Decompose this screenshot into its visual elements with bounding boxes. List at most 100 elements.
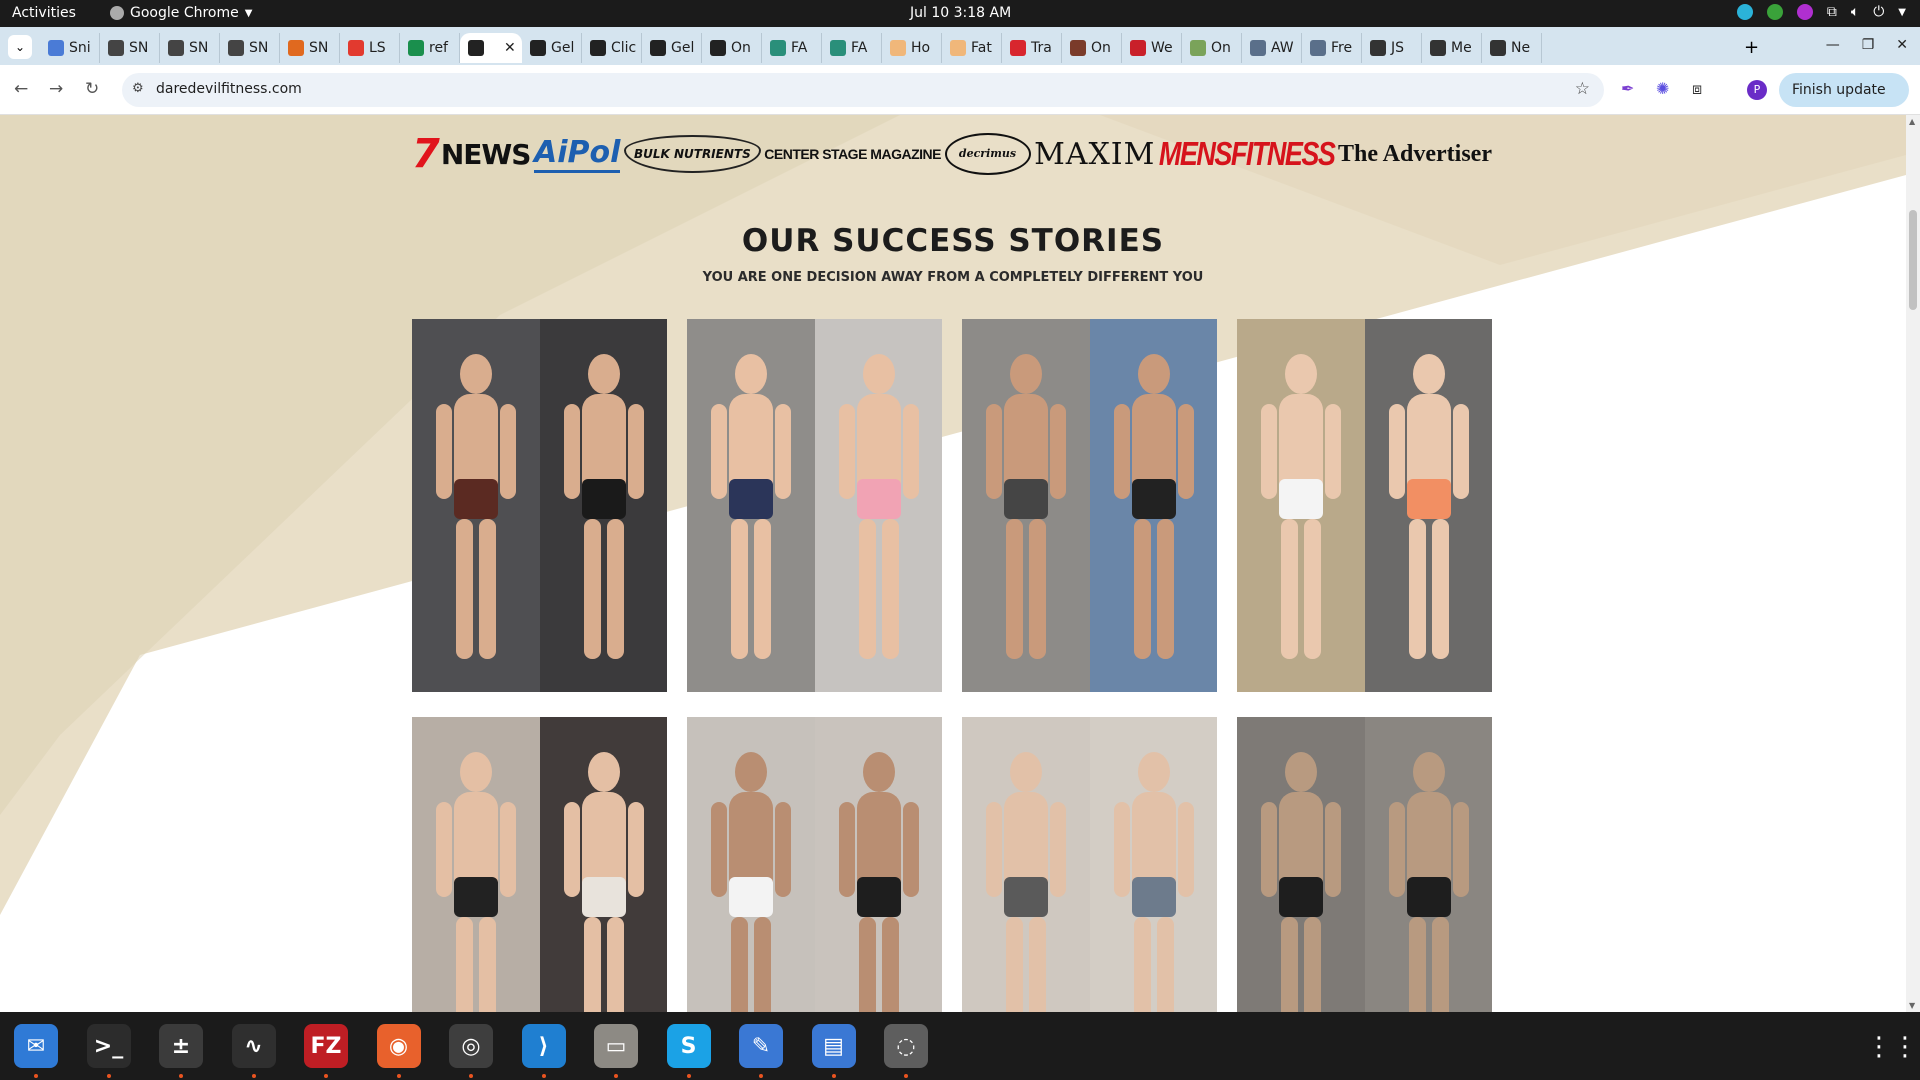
scroll-down-arrow[interactable]: ▼ [1909,1001,1915,1010]
tab[interactable]: Gel [522,33,582,63]
tab[interactable]: SN [160,33,220,63]
tray-app-icon[interactable] [1736,4,1753,20]
logo-center-stage: CENTER STAGE MAGAZINE [764,146,941,162]
tab[interactable]: Clic [582,33,642,63]
url-text[interactable]: daredevilfitness.com [156,81,302,97]
tab[interactable]: ref [400,33,460,63]
success-story-card[interactable] [687,319,942,692]
tab[interactable]: On [702,33,762,63]
system-tray[interactable]: ⧉ 🔈︎ ⏻ ▼ [1736,4,1906,20]
tab[interactable]: Ho [882,33,942,63]
tab[interactable]: On [1062,33,1122,63]
tab[interactable]: SN [280,33,340,63]
before-photo [687,319,815,692]
tab[interactable]: We [1122,33,1182,63]
calculator-icon[interactable]: ± [159,1024,203,1068]
clock[interactable]: Jul 10 3:18 AM [910,5,1011,21]
tab[interactable]: Ne [1482,33,1542,63]
close-window-button[interactable]: ✕ [1896,37,1908,53]
tab[interactable]: LS [340,33,400,63]
success-story-card[interactable] [1237,717,1492,1012]
tab-favicon-icon [48,40,64,56]
pen-extension-icon[interactable]: ✒ [1621,79,1634,98]
new-tab-button[interactable]: + [1744,37,1759,58]
extension-gear-icon[interactable]: ✺ [1656,79,1669,98]
before-photo [962,717,1090,1012]
tab-favicon-icon [228,40,244,56]
chevron-down-icon[interactable]: ▼ [1898,7,1906,18]
thunderbird-icon[interactable]: ✉ [14,1024,58,1068]
filezilla-icon[interactable]: FZ [304,1024,348,1068]
skype-icon[interactable]: S [666,1024,711,1068]
tab[interactable]: SN [100,33,160,63]
firefox-icon[interactable]: ◉ [376,1024,421,1068]
tab-favicon-icon [1010,40,1026,56]
system-monitor-icon[interactable]: ∿ [231,1024,276,1068]
reload-button[interactable]: ↻ [85,79,99,99]
section-heading: OUR SUCCESS STORIES [741,223,1165,259]
finish-update-button[interactable]: Finish update ⋮ [1779,73,1909,132]
vscode-icon[interactable]: ⟩ [521,1024,566,1068]
running-indicator [34,1074,38,1078]
terminal-icon[interactable]: >_ [86,1024,131,1068]
tab-active[interactable]: ✕ [460,33,522,63]
before-figure [412,717,540,1012]
tab-favicon-icon [530,40,546,56]
logo-maxim: MAXIM [1034,136,1156,172]
tab-title: SN [129,40,149,56]
tab[interactable]: Tra [1002,33,1062,63]
profile-avatar[interactable]: P [1747,80,1767,100]
success-story-card[interactable] [962,717,1217,1012]
power-icon[interactable]: ⏻ [1873,4,1884,20]
chrome-icon[interactable]: ◎ [449,1024,493,1068]
extensions-puzzle-icon[interactable]: ⧈ [1692,79,1702,99]
logo-7news: 7 NEWS [412,131,531,177]
tray-check-icon[interactable] [1766,4,1783,20]
minimize-button[interactable]: — [1826,37,1840,53]
disc-icon[interactable]: ◌ [884,1024,928,1068]
show-apps-grid-icon[interactable]: ⋮⋮⋮ [1866,1032,1920,1062]
tab-favicon-icon [1370,40,1386,56]
network-icon[interactable]: ⧉ [1827,4,1837,20]
tab[interactable]: On [1182,33,1242,63]
success-story-card[interactable] [1237,319,1492,692]
site-info-icon[interactable]: ⚙ [132,81,144,96]
tab-search-button[interactable]: ⌄ [8,35,32,59]
tab-title: SN [249,40,269,56]
scrollbar-thumb[interactable] [1909,210,1917,310]
tab[interactable]: AW [1242,33,1302,63]
close-tab-icon[interactable]: ✕ [504,40,516,56]
tab-title: Ho [911,40,931,56]
back-button[interactable]: ← [14,79,28,99]
page-scrollbar[interactable]: ▲ ▼ [1906,115,1920,1012]
text-editor-icon[interactable]: ✎ [739,1024,783,1068]
tab[interactable]: JS [1362,33,1422,63]
scroll-up-arrow[interactable]: ▲ [1909,117,1915,126]
tab[interactable]: Me [1422,33,1482,63]
tab-favicon-icon [348,40,364,56]
tab-title: Me [1451,40,1472,56]
tray-color-icon[interactable] [1796,4,1813,20]
address-bar[interactable]: ⚙ daredevilfitness.com ☆ [122,73,1604,107]
document-viewer-icon[interactable]: ▤ [811,1024,856,1068]
tab[interactable]: FA [822,33,882,63]
volume-icon[interactable]: 🔈︎ [1851,4,1859,20]
maximize-button[interactable]: ❐ [1862,37,1875,53]
success-story-card[interactable] [687,717,942,1012]
tab[interactable]: Sni [40,33,100,63]
success-story-card[interactable] [962,319,1217,692]
files-icon[interactable]: ▭ [594,1024,638,1068]
tab[interactable]: Fat [942,33,1002,63]
bookmark-star-icon[interactable]: ☆ [1575,79,1590,99]
app-menu[interactable]: Google Chrome ▼ [110,5,252,21]
tab[interactable]: FA [762,33,822,63]
tab[interactable]: Gel [642,33,702,63]
tab[interactable]: SN [220,33,280,63]
tab[interactable]: Fre [1302,33,1362,63]
before-photo [962,319,1090,692]
success-story-card[interactable] [412,717,667,1012]
activities-button[interactable]: Activities [12,5,76,21]
forward-button[interactable]: → [49,79,63,99]
running-indicator [759,1074,763,1078]
success-story-card[interactable] [412,319,667,692]
